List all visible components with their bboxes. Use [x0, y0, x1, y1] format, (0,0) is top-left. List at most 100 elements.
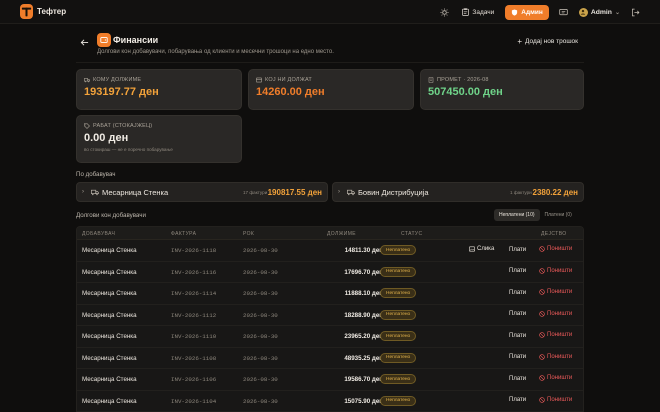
col-status[interactable]: СТАТУС: [401, 231, 423, 237]
status-badge: Неплатено: [380, 288, 417, 298]
row-supplier: Месарница Стенка: [82, 333, 137, 340]
row-supplier: Месарница Стенка: [82, 354, 137, 362]
truck-icon: [347, 189, 355, 196]
arrow-left-icon: [80, 39, 89, 46]
user-icon: [581, 9, 586, 15]
logout-icon: [631, 8, 639, 16]
row-amount: 15075.90 ден: [344, 397, 383, 405]
row-due-date: 2026-08-30: [243, 247, 278, 254]
row-amount: 48935.25 ден: [344, 354, 383, 362]
row-invoice: INV-2026-1106: [171, 376, 217, 383]
user-menu[interactable]: Admin ⌄: [578, 7, 620, 17]
row-invoice: INV-2026-1108: [171, 354, 217, 362]
admin-button[interactable]: Админ: [505, 4, 549, 20]
ban-icon: [539, 332, 545, 338]
cancel-button[interactable]: Поништи: [539, 332, 572, 338]
cancel-button[interactable]: Поништи: [539, 246, 572, 252]
col-amount[interactable]: ДОЛЖИМЕ: [327, 231, 356, 237]
supplier-card[interactable]: › Бовин Дистрибуција 1 фактури 2380.22 д…: [332, 182, 584, 202]
card-turnover-label: ПРОМЕТ · 2026-08: [428, 77, 489, 83]
card-turnover-value: 507450.00 ден: [428, 86, 503, 98]
shield-icon: [512, 8, 518, 16]
row-due-date: 2026-08-30: [243, 290, 278, 297]
card-owed-value: 14260.00 ден: [256, 86, 325, 98]
supplier-invoice-count: 1 фактури: [510, 190, 532, 195]
pay-button[interactable]: Плати: [509, 268, 526, 274]
cancel-button[interactable]: Поништи: [539, 375, 572, 381]
table-row: Месарница Стенка INV-2026-1110 2026-08-30 2…: [77, 326, 583, 348]
card-owed-title: КОЈ НИ ДОЛЖАТ: [265, 77, 312, 83]
cancel-button[interactable]: Поништи: [539, 311, 572, 317]
status-badge: Неплатено: [380, 395, 417, 406]
row-amount: 18288.90 ден: [344, 311, 383, 319]
clipboard-icon: [462, 8, 470, 16]
pay-button[interactable]: Плати: [509, 397, 526, 403]
pay-button[interactable]: Плати: [509, 311, 526, 317]
pay-button[interactable]: Плати: [509, 376, 526, 382]
card-turnover-title: ПРОМЕТ · 2026-08: [437, 77, 489, 83]
page-title: Финансии: [113, 35, 159, 45]
col-invoice[interactable]: ФАКТУРА: [171, 231, 196, 237]
col-action: ДЕЈСТВО: [541, 230, 567, 237]
cancel-label: Поништи: [547, 375, 573, 381]
table-row: Месарница Стенка INV-2026-1112 2026-08-30 1…: [77, 305, 583, 326]
sun-icon: [440, 7, 449, 17]
tasks-button[interactable]: Задачи: [459, 8, 497, 16]
pay-button[interactable]: Плати: [509, 247, 526, 253]
pay-button[interactable]: Плати: [509, 354, 526, 360]
ban-icon: [539, 246, 545, 252]
cancel-button[interactable]: Поништи: [539, 354, 572, 360]
add-expense-button[interactable]: + Додај нов трошок: [517, 37, 578, 46]
card-we-owe: КОМУ ДОЛЖИМЕ 193197.77 ден: [76, 69, 242, 110]
table-row: Месарница Стенка INV-2026-1116 2026-08-30 1…: [77, 262, 583, 283]
logout-button[interactable]: [628, 5, 642, 19]
pay-button[interactable]: Плати: [509, 333, 526, 339]
photo-button[interactable]: Слика: [469, 246, 494, 252]
tab-unpaid[interactable]: Неплатени (10): [494, 209, 540, 221]
row-invoice: INV-2026-1112: [171, 311, 217, 319]
supplier-amount: 190817.55 ден: [267, 187, 322, 197]
back-button[interactable]: [80, 38, 90, 48]
card-owed-label: КОЈ НИ ДОЛЖАТ: [256, 77, 312, 83]
supplier-card[interactable]: › Месарница Стенка 17 фактури 190817.55 …: [76, 182, 328, 202]
row-supplier: Месарница Стенка: [82, 397, 137, 405]
card-we-owe-value: 193197.77 ден: [84, 86, 159, 98]
by-supplier-heading: По добавувач: [76, 171, 116, 178]
display-button[interactable]: [557, 5, 571, 19]
card-we-owe-label: КОМУ ДОЛЖИМЕ: [84, 77, 141, 83]
table-header: ДОБАВУВАЧ ФАКТУРА РОК ДОЛЖИМЕ СТАТУС ДЕЈ…: [77, 227, 583, 240]
receipt-icon: [428, 77, 434, 83]
theme-toggle-button[interactable]: [437, 5, 451, 19]
page-header: Финансии Долгови кон добавувачи, побарув…: [76, 30, 584, 62]
app-logo[interactable]: [20, 4, 33, 19]
row-due-date: 2026-08-30: [243, 376, 278, 383]
cancel-button[interactable]: Поништи: [539, 289, 572, 295]
image-icon: [469, 246, 475, 252]
col-supplier[interactable]: ДОБАВУВАЧ: [82, 231, 115, 237]
row-invoice: INV-2026-1114: [171, 290, 217, 297]
card-discount-note: во стокираш — не е поречно побарување: [84, 147, 173, 152]
row-supplier: Месарница Стенка: [82, 268, 137, 276]
ban-icon: [539, 310, 545, 317]
col-due[interactable]: РОК: [243, 231, 254, 237]
ban-icon: [539, 353, 545, 360]
truck-icon: [84, 78, 90, 83]
status-badge: Неплатено: [380, 352, 417, 363]
cancel-label: Поништи: [547, 332, 573, 338]
top-bar: Тефтер Задачи Админ Admin ⌄: [0, 0, 660, 24]
row-supplier: Месарница Стенка: [82, 247, 137, 254]
truck-icon: [91, 189, 99, 196]
card-discount-label: РАБАТ (СТОКАЈЖЕЦ): [84, 123, 152, 129]
row-supplier: Месарница Стенка: [82, 311, 137, 319]
pay-button[interactable]: Плати: [509, 290, 526, 296]
add-expense-label: Додај нов трошок: [525, 38, 578, 45]
table-body: Месарница Стенка INV-2026-1118 2026-08-30 1…: [77, 240, 583, 412]
cancel-button[interactable]: Поништи: [539, 268, 572, 274]
status-badge: Неплатено: [380, 331, 417, 341]
cancel-label: Поништи: [547, 310, 573, 317]
users-icon: [256, 77, 262, 83]
tab-paid[interactable]: Платени (0): [540, 209, 577, 221]
cancel-button[interactable]: Поништи: [539, 397, 572, 403]
cancel-label: Поништи: [547, 396, 573, 403]
chevron-right-icon: ›: [338, 189, 340, 195]
